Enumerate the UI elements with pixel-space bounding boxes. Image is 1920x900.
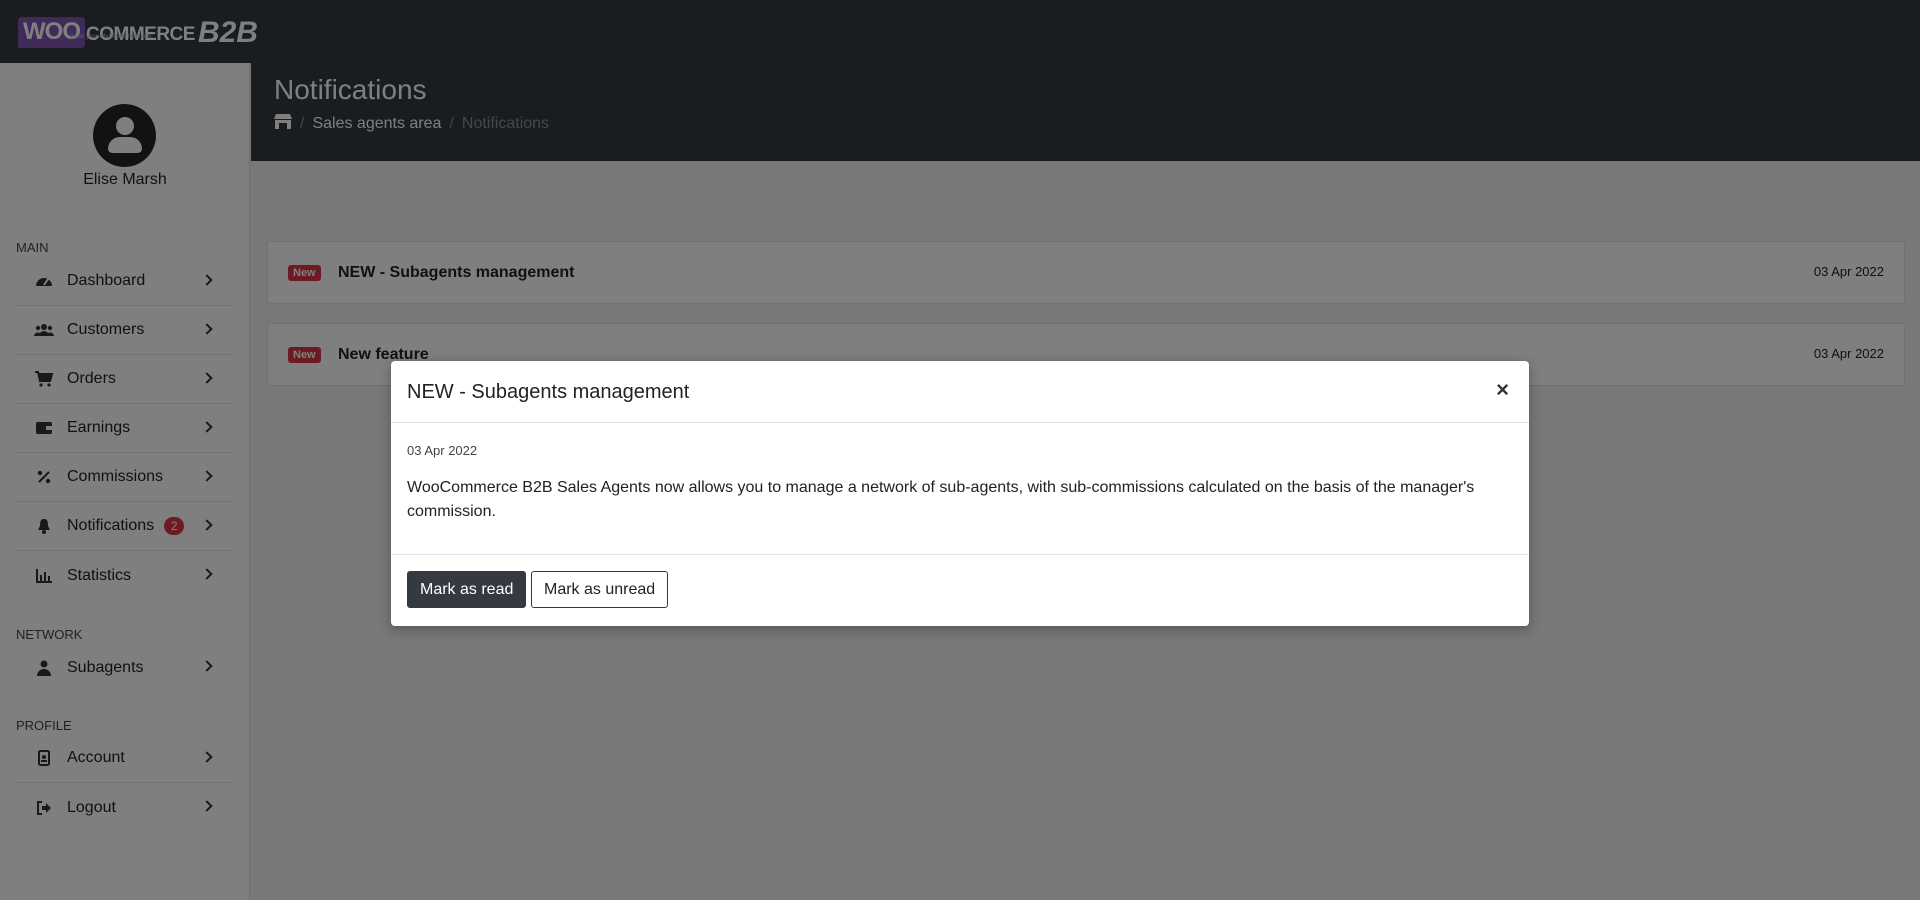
close-icon[interactable]: × [1496, 379, 1509, 401]
modal-title: NEW - Subagents management [407, 381, 690, 403]
notification-modal: NEW - Subagents management × 03 Apr 2022… [391, 361, 1529, 626]
mark-as-unread-button[interactable]: Mark as unread [531, 571, 669, 608]
modal-date: 03 Apr 2022 [407, 443, 478, 458]
modal-footer: Mark as read Mark as unread [391, 554, 1529, 626]
modal-header: NEW - Subagents management × [391, 361, 1529, 423]
mark-as-read-button[interactable]: Mark as read [407, 571, 527, 608]
modal-body-text: WooCommerce B2B Sales Agents now allows … [407, 479, 1475, 520]
